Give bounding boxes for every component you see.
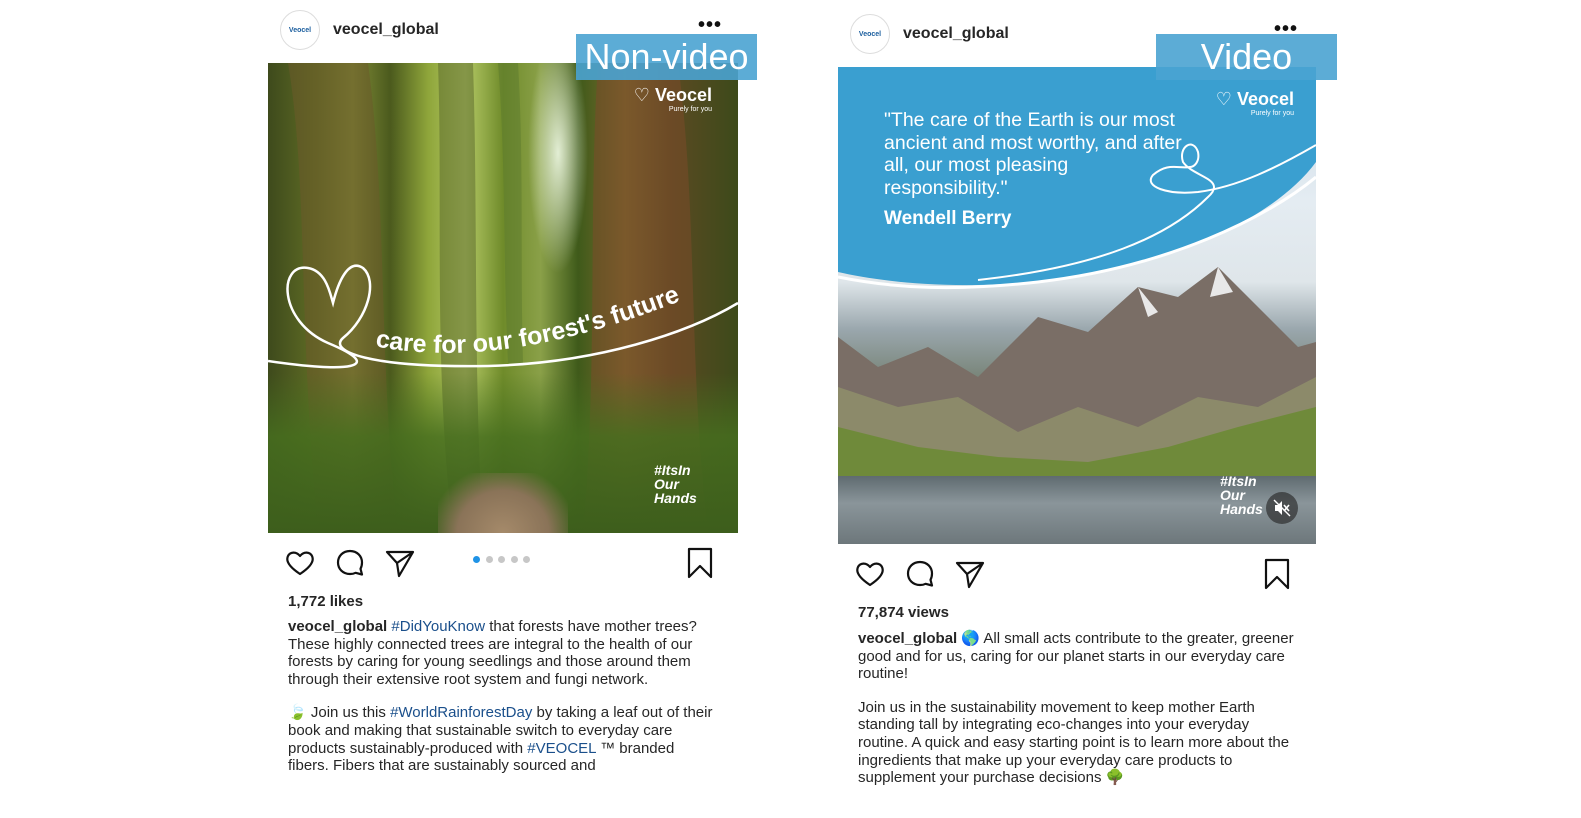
caption-username[interactable]: veocel_global — [858, 630, 957, 647]
hashtag-line-1: #ItsIn — [654, 462, 691, 478]
quote-text: "The care of the Earth is our most ancie… — [884, 109, 1182, 199]
like-heart-icon[interactable] — [854, 558, 886, 590]
brand-name: Veocel — [654, 85, 712, 105]
avatar[interactable]: Veocel — [850, 14, 890, 54]
carousel-dot — [485, 556, 493, 563]
brand-name: Veocel — [1236, 89, 1294, 109]
likes-count[interactable]: 1,772 likes — [288, 593, 363, 610]
mute-toggle[interactable] — [1266, 492, 1298, 524]
heart-leaf-icon: ♡ — [1215, 89, 1232, 109]
caption: veocel_global #DidYouKnow that forests h… — [288, 618, 718, 791]
brand-tagline: Purely for you — [668, 106, 712, 113]
post-image[interactable]: care for our forest's future ♡ Veocel Pu… — [268, 63, 738, 533]
hashtag-line-2: Our — [1220, 487, 1245, 503]
username[interactable]: veocel_global — [333, 21, 439, 39]
hashtag-link[interactable]: #DidYouKnow — [391, 618, 485, 635]
share-icon[interactable] — [384, 547, 416, 579]
caption: veocel_global 🌎 All small acts contribut… — [858, 630, 1298, 803]
heart-leaf-icon: ♡ — [633, 85, 650, 105]
carousel-dot — [498, 556, 505, 563]
hashtag-line-3: Hands — [654, 490, 697, 506]
hashtag-link[interactable]: #WorldRainforestDay — [390, 704, 532, 721]
views-count[interactable]: 77,874 views — [858, 604, 949, 621]
share-icon[interactable] — [954, 558, 986, 590]
like-heart-icon[interactable] — [284, 547, 316, 579]
action-bar — [284, 547, 434, 579]
post-type-label: Video — [1156, 34, 1337, 80]
avatar[interactable]: Veocel — [280, 10, 320, 50]
veocel-logo: ♡ Veocel Purely for you — [1216, 89, 1294, 117]
hashtag-line-2: Our — [654, 476, 679, 492]
hashtag-link[interactable]: #VEOCEL — [527, 740, 596, 757]
hashtag-line-3: Hands — [1220, 501, 1263, 517]
carousel-dot — [473, 556, 480, 563]
caption-text: Join us in the sustainability movement t… — [858, 698, 1290, 787]
username[interactable]: veocel_global — [903, 25, 1009, 43]
post-header: Veocel veocel_global — [850, 13, 1009, 55]
carousel-indicator — [473, 556, 536, 563]
quote-author: Wendell Berry — [884, 208, 1012, 229]
carousel-dot — [510, 556, 518, 563]
bookmark-icon[interactable] — [686, 547, 714, 579]
brand-tagline: Purely for you — [1250, 110, 1294, 117]
action-bar — [854, 558, 1004, 590]
comment-icon[interactable] — [334, 547, 366, 579]
post-type-label: Non-video — [576, 34, 757, 80]
veocel-logo: ♡ Veocel Purely for you — [634, 85, 712, 113]
overlay-text: care for our forest's future — [374, 280, 683, 359]
post-header: Veocel veocel_global — [280, 9, 439, 51]
comment-icon[interactable] — [904, 558, 936, 590]
caption-text: Join us this — [306, 704, 391, 722]
leaf-emoji-icon: 🍃 — [288, 704, 307, 722]
hashtag-line-1: #ItsIn — [1220, 473, 1257, 489]
caption-username[interactable]: veocel_global — [288, 618, 387, 635]
post-video-player[interactable]: "The care of the Earth is our most ancie… — [838, 67, 1316, 544]
its-in-our-hands-logo: #ItsIn Our Hands — [1220, 474, 1268, 516]
bookmark-icon[interactable] — [1263, 558, 1291, 590]
speaker-muted-icon — [1273, 499, 1291, 517]
its-in-our-hands-logo: #ItsIn Our Hands — [654, 463, 712, 505]
carousel-dot — [523, 556, 530, 563]
